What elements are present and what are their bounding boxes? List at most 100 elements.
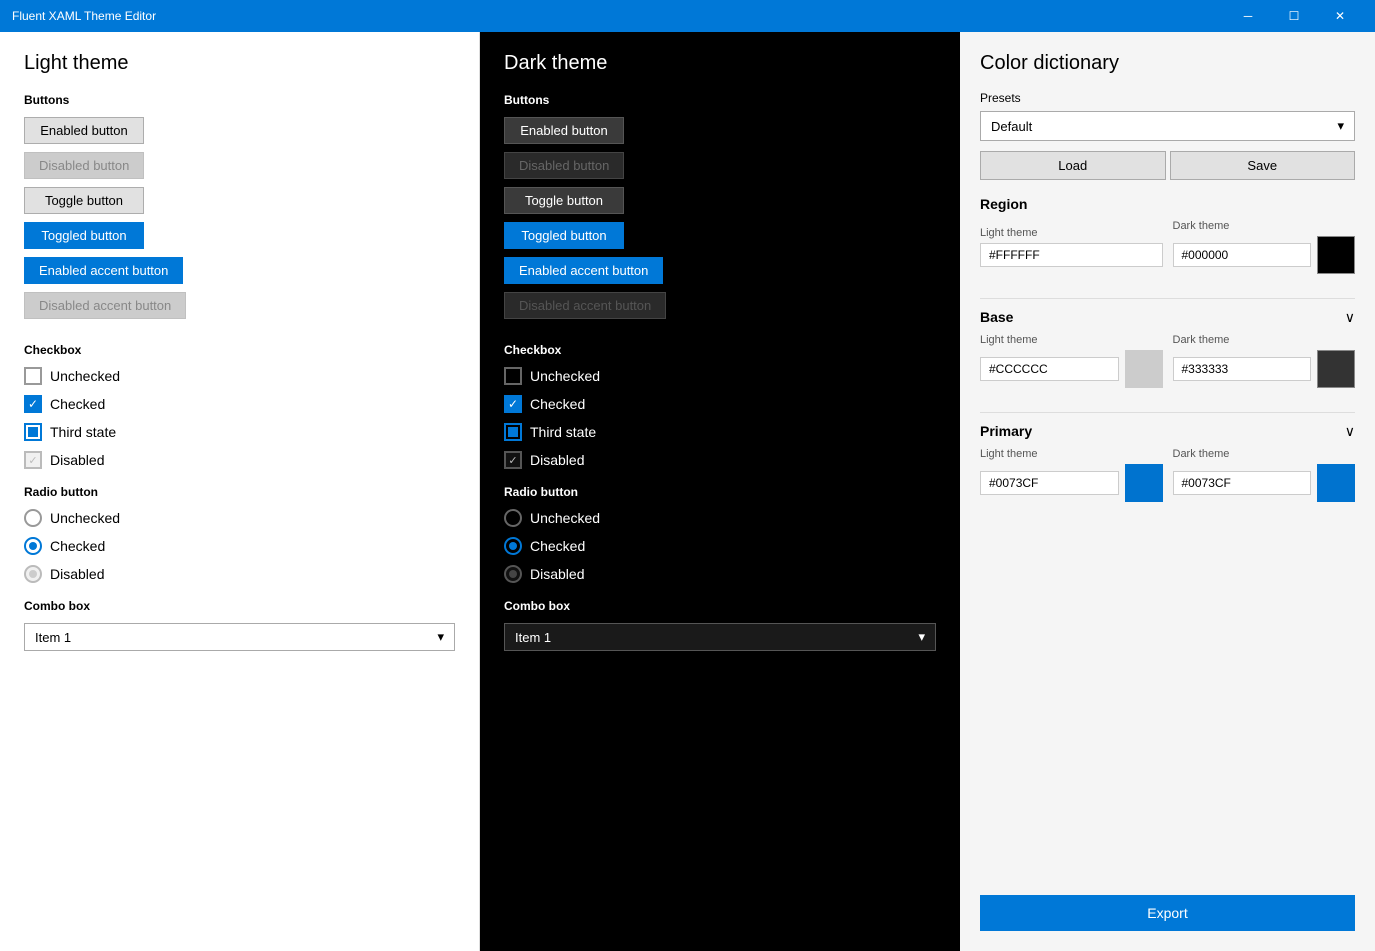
- dark-radio-disabled-row: Disabled: [504, 565, 936, 583]
- dark-buttons-section-label: Buttons: [504, 93, 936, 107]
- minimize-button[interactable]: ─: [1225, 0, 1271, 32]
- base-light-color-row: #CCCCCC: [980, 350, 1163, 388]
- primary-dark-value[interactable]: #0073CF: [1173, 471, 1312, 495]
- primary-collapse-button[interactable]: ∨: [1345, 423, 1355, 440]
- light-checkbox-checked-box[interactable]: ✓: [24, 395, 42, 413]
- presets-value: Default: [991, 119, 1032, 134]
- dark-checkbox-checked-label: Checked: [530, 396, 585, 412]
- dark-radio-section-label: Radio button: [504, 485, 936, 499]
- light-radio-unchecked[interactable]: [24, 509, 42, 527]
- base-dark-label: Dark theme: [1173, 334, 1356, 346]
- base-dark-col: Dark theme #333333: [1173, 334, 1356, 388]
- light-radio-checked[interactable]: [24, 537, 42, 555]
- region-light-value[interactable]: #FFFFFF: [980, 243, 1163, 267]
- light-checkbox-third-box[interactable]: [24, 423, 42, 441]
- primary-light-label: Light theme: [980, 448, 1163, 460]
- dark-checkbox-unchecked-row: Unchecked: [504, 367, 936, 385]
- dark-accent-enabled-row: Enabled accent button: [504, 257, 936, 292]
- light-enabled-button-row: Enabled button: [24, 117, 455, 152]
- dark-radio-unchecked[interactable]: [504, 509, 522, 527]
- dark-radio-unchecked-label: Unchecked: [530, 510, 600, 526]
- light-checkbox-checked-row: ✓ Checked: [24, 395, 455, 413]
- dark-checkbox-unchecked-box[interactable]: [504, 367, 522, 385]
- light-radio-checked-row: Checked: [24, 537, 455, 555]
- light-accent-enabled-button[interactable]: Enabled accent button: [24, 257, 183, 284]
- light-checkbox-unchecked-row: Unchecked: [24, 367, 455, 385]
- region-dark-col: Dark theme #000000: [1173, 220, 1356, 274]
- dark-disabled-button-row: Disabled button: [504, 152, 936, 187]
- light-toggle-button[interactable]: Toggle button: [24, 187, 144, 214]
- light-accent-disabled-button: Disabled accent button: [24, 292, 186, 319]
- primary-light-value[interactable]: #0073CF: [980, 471, 1119, 495]
- maximize-button[interactable]: ☐: [1271, 0, 1317, 32]
- light-radio-unchecked-row: Unchecked: [24, 509, 455, 527]
- title-bar: Fluent XAML Theme Editor ─ ☐ ✕: [0, 0, 1375, 32]
- dark-radio-checked-label: Checked: [530, 538, 585, 554]
- primary-title-row: Primary ∨: [980, 423, 1355, 440]
- region-dark-value[interactable]: #000000: [1173, 243, 1312, 267]
- dark-toggle-button[interactable]: Toggle button: [504, 187, 624, 214]
- color-dict-title: Color dictionary: [980, 52, 1355, 75]
- presets-chevron-icon: ▾: [1337, 118, 1344, 134]
- dark-combo-section-label: Combo box: [504, 599, 936, 613]
- region-title-label: Region: [980, 196, 1027, 212]
- base-collapse-button[interactable]: ∨: [1345, 309, 1355, 326]
- light-toggled-button-row: Toggled button: [24, 222, 455, 257]
- window-controls: ─ ☐ ✕: [1225, 0, 1363, 32]
- primary-title-label: Primary: [980, 423, 1032, 440]
- dark-accent-enabled-button[interactable]: Enabled accent button: [504, 257, 663, 284]
- base-light-value[interactable]: #CCCCCC: [980, 357, 1119, 381]
- dark-radio-disabled: [504, 565, 522, 583]
- base-light-label: Light theme: [980, 334, 1163, 346]
- light-radio-checked-label: Checked: [50, 538, 105, 554]
- dark-radio-disabled-label: Disabled: [530, 566, 584, 582]
- dark-checkbox-checked-box[interactable]: ✓: [504, 395, 522, 413]
- light-checkbox-third-row: Third state: [24, 423, 455, 441]
- light-checkbox-unchecked-label: Unchecked: [50, 368, 120, 384]
- light-checkbox-disabled-box: [24, 451, 42, 469]
- dark-toggled-button[interactable]: Toggled button: [504, 222, 624, 249]
- region-light-col: Light theme #FFFFFF: [980, 227, 1163, 267]
- primary-block: Primary ∨ Light theme #0073CF Dark theme…: [980, 423, 1355, 502]
- base-dark-swatch[interactable]: [1317, 350, 1355, 388]
- dark-enabled-button[interactable]: Enabled button: [504, 117, 624, 144]
- base-light-swatch[interactable]: [1125, 350, 1163, 388]
- dark-checkbox-third-row: Third state: [504, 423, 936, 441]
- close-button[interactable]: ✕: [1317, 0, 1363, 32]
- light-checkbox-third-label: Third state: [50, 424, 116, 440]
- region-block: Region Light theme #FFFFFF Dark theme #0…: [980, 196, 1355, 274]
- base-dark-value[interactable]: #333333: [1173, 357, 1312, 381]
- region-dark-swatch[interactable]: [1317, 236, 1355, 274]
- light-enabled-button[interactable]: Enabled button: [24, 117, 144, 144]
- light-combo-chevron-icon: ▾: [437, 629, 444, 645]
- presets-dropdown[interactable]: Default ▾: [980, 111, 1355, 141]
- base-theme-cols: Light theme #CCCCCC Dark theme #333333: [980, 334, 1355, 388]
- base-dark-color-row: #333333: [1173, 350, 1356, 388]
- dark-toggled-button-row: Toggled button: [504, 222, 936, 257]
- primary-dark-swatch[interactable]: [1317, 464, 1355, 502]
- primary-light-color-row: #0073CF: [980, 464, 1163, 502]
- save-button[interactable]: Save: [1170, 151, 1356, 180]
- dark-checkbox-third-label: Third state: [530, 424, 596, 440]
- dark-theme-panel: Dark theme Buttons Enabled button Disabl…: [480, 32, 960, 951]
- dark-combo-value: Item 1: [515, 630, 551, 645]
- dark-theme-title: Dark theme: [504, 52, 936, 75]
- light-theme-panel: Light theme Buttons Enabled button Disab…: [0, 32, 480, 951]
- light-checkbox-section-label: Checkbox: [24, 343, 455, 357]
- light-disabled-button-row: Disabled button: [24, 152, 455, 187]
- app-title: Fluent XAML Theme Editor: [12, 9, 1225, 23]
- export-button[interactable]: Export: [980, 895, 1355, 931]
- dark-checkbox-disabled-label: Disabled: [530, 452, 584, 468]
- dark-combo-box[interactable]: Item 1 ▾: [504, 623, 936, 651]
- region-theme-cols: Light theme #FFFFFF Dark theme #000000: [980, 220, 1355, 274]
- load-button[interactable]: Load: [980, 151, 1166, 180]
- primary-dark-label: Dark theme: [1173, 448, 1356, 460]
- light-checkbox-disabled-label: Disabled: [50, 452, 104, 468]
- light-combo-box[interactable]: Item 1 ▾: [24, 623, 455, 651]
- primary-light-swatch[interactable]: [1125, 464, 1163, 502]
- dark-radio-checked[interactable]: [504, 537, 522, 555]
- light-disabled-button: Disabled button: [24, 152, 144, 179]
- light-checkbox-unchecked-box[interactable]: [24, 367, 42, 385]
- dark-checkbox-third-box[interactable]: [504, 423, 522, 441]
- light-toggled-button[interactable]: Toggled button: [24, 222, 144, 249]
